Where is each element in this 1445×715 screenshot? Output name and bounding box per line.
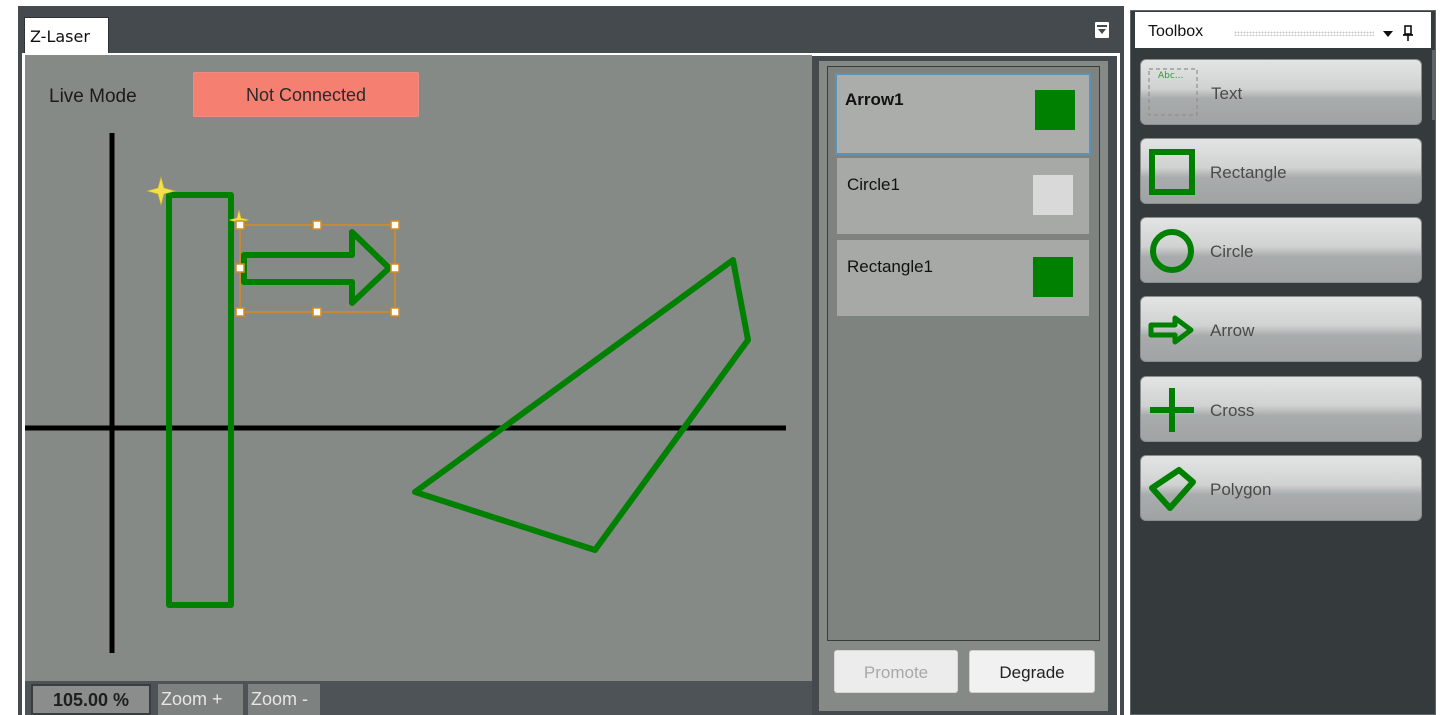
tool-label: Polygon	[1210, 480, 1272, 499]
text-tool-button[interactable]: Abc... Text	[1140, 59, 1422, 125]
selection-handles[interactable]	[235, 220, 400, 317]
resize-handle[interactable]	[235, 220, 245, 230]
zoom-level-value: 105.00 %	[31, 684, 151, 715]
layer-item-rectangle1[interactable]: Rectangle1	[837, 240, 1089, 316]
layer-name: Circle1	[847, 175, 900, 194]
resize-handle[interactable]	[312, 220, 322, 230]
rectangle-tool-icon	[1149, 149, 1195, 195]
rectangle-tool-button[interactable]: Rectangle	[1140, 138, 1422, 204]
zoom-in-button[interactable]: Zoom +	[158, 684, 243, 715]
resize-handle[interactable]	[235, 307, 245, 317]
polygon-tool-icon	[1149, 467, 1196, 511]
tool-label: Text	[1211, 84, 1243, 103]
arrow-shape[interactable]	[241, 229, 392, 306]
dropdown-arrow-icon[interactable]	[1383, 31, 1393, 37]
degrade-button[interactable]: Degrade	[969, 650, 1095, 693]
resize-handle[interactable]	[390, 220, 400, 230]
layer-color-swatch[interactable]	[1033, 257, 1073, 297]
toolbox-header[interactable]: Toolbox	[1135, 12, 1431, 48]
arrow-tool-icon	[1148, 315, 1194, 345]
layer-item-circle1[interactable]: Circle1	[837, 158, 1089, 234]
tool-label: Circle	[1210, 242, 1254, 261]
layer-item-arrow1[interactable]: Arrow1	[835, 73, 1091, 155]
toolbox-title: Toolbox	[1148, 23, 1204, 40]
cross-tool-icon	[1150, 388, 1194, 432]
layer-color-swatch[interactable]	[1035, 90, 1075, 130]
circle-tool-icon	[1150, 229, 1194, 273]
drawing-canvas[interactable]	[25, 55, 812, 715]
toolbox-scrollbar[interactable]	[1432, 50, 1436, 120]
resize-handle[interactable]	[390, 307, 400, 317]
resize-handle[interactable]	[390, 263, 400, 273]
cross-tool-button[interactable]: Cross	[1140, 376, 1422, 442]
pin-icon[interactable]	[1402, 25, 1414, 42]
tab-z-laser[interactable]: Z-Laser	[24, 17, 109, 55]
resize-handle[interactable]	[235, 263, 245, 273]
tab-label: Z-Laser	[30, 27, 90, 46]
tool-label: Arrow	[1210, 321, 1255, 340]
tool-label: Rectangle	[1210, 163, 1287, 182]
resize-handle[interactable]	[312, 307, 322, 317]
tool-label: Cross	[1210, 401, 1255, 420]
arrow-tool-button[interactable]: Arrow	[1140, 296, 1422, 362]
live-mode-label: Live Mode	[49, 86, 137, 107]
toolbox-grip-handle[interactable]	[1234, 31, 1374, 36]
document-menu-icon[interactable]	[1095, 22, 1109, 38]
layer-name: Arrow1	[845, 90, 904, 109]
polygon-tool-button[interactable]: Polygon	[1140, 455, 1422, 521]
zoom-out-button[interactable]: Zoom -	[248, 684, 320, 715]
layer-color-swatch[interactable]	[1033, 175, 1073, 215]
canvas-drawing[interactable]	[25, 55, 812, 715]
rectangle-shape[interactable]	[166, 192, 234, 608]
polygon-shape[interactable]	[412, 257, 751, 553]
layer-name: Rectangle1	[847, 257, 934, 276]
text-tool-icon-caption: Abc...	[1158, 71, 1184, 81]
promote-button[interactable]: Promote	[834, 650, 958, 693]
selection-box[interactable]	[239, 224, 396, 313]
connection-status-badge[interactable]: Not Connected	[193, 72, 419, 117]
circle-tool-button[interactable]: Circle	[1140, 217, 1422, 283]
